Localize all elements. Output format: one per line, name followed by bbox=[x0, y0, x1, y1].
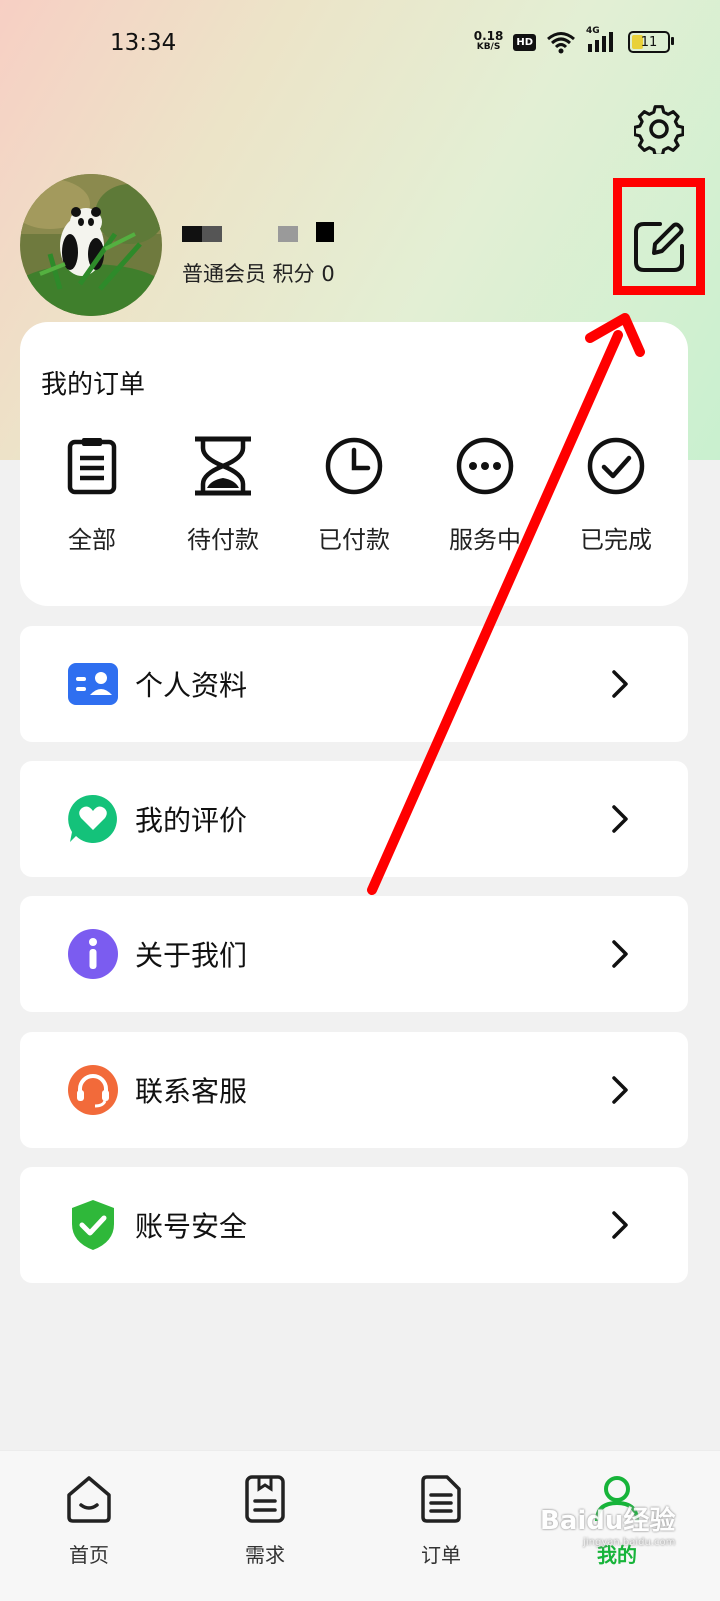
tab-orders[interactable]: 订单 bbox=[386, 1473, 496, 1568]
menu-item-account-security[interactable]: 账号安全 bbox=[20, 1167, 688, 1283]
order-completed[interactable]: 已完成 bbox=[556, 434, 676, 555]
chevron-right-icon bbox=[612, 1076, 628, 1104]
hourglass-icon bbox=[195, 436, 251, 496]
panda-photo bbox=[20, 174, 162, 316]
username-redacted bbox=[182, 222, 342, 244]
hd-badge: HD bbox=[513, 33, 536, 51]
status-bar: 13:34 0.18 KB/S HD 4G 11 bbox=[0, 0, 720, 92]
settings-gear-icon[interactable] bbox=[634, 104, 684, 154]
status-indicators: 0.18 KB/S HD 4G 11 bbox=[473, 26, 674, 54]
shield-check-icon bbox=[72, 1200, 114, 1250]
list-icon bbox=[421, 1475, 461, 1523]
battery-icon: 11 bbox=[628, 31, 674, 53]
chevron-right-icon bbox=[612, 670, 628, 698]
clock-icon bbox=[325, 437, 383, 495]
order-pending-payment[interactable]: 待付款 bbox=[163, 434, 283, 555]
chevron-right-icon bbox=[612, 805, 628, 833]
order-in-service[interactable]: 服务中 bbox=[425, 434, 545, 555]
chevron-right-icon bbox=[612, 940, 628, 968]
order-all[interactable]: 全部 bbox=[32, 434, 152, 555]
more-dots-icon bbox=[456, 437, 514, 495]
headset-icon bbox=[68, 1065, 118, 1115]
menu-item-customer-service[interactable]: 联系客服 bbox=[20, 1032, 688, 1148]
wifi-icon bbox=[547, 32, 575, 54]
id-card-icon bbox=[68, 663, 118, 705]
info-icon bbox=[68, 929, 118, 979]
orders-card: 我的订单 全部 待付款 已付款 服务中 已完成 bbox=[20, 322, 688, 606]
net-speed: 0.18 KB/S bbox=[473, 29, 504, 52]
orders-title: 我的订单 bbox=[41, 370, 146, 400]
status-time: 13:34 bbox=[110, 30, 177, 56]
edit-icon[interactable] bbox=[632, 220, 686, 274]
menu-item-about[interactable]: 关于我们 bbox=[20, 896, 688, 1012]
document-icon bbox=[245, 1475, 285, 1523]
baidu-watermark: Baidu经验 jingyan.baidu.com bbox=[540, 1506, 676, 1548]
order-paid[interactable]: 已付款 bbox=[294, 434, 414, 555]
menu-item-reviews[interactable]: 我的评价 bbox=[20, 761, 688, 877]
menu-item-profile[interactable]: 个人资料 bbox=[20, 626, 688, 742]
avatar[interactable] bbox=[20, 174, 162, 316]
tab-demand[interactable]: 需求 bbox=[210, 1473, 320, 1568]
member-level-points: 普通会员 积分 0 bbox=[182, 262, 335, 286]
check-circle-icon bbox=[587, 437, 645, 495]
tab-home[interactable]: 首页 bbox=[34, 1473, 144, 1568]
chevron-right-icon bbox=[612, 1211, 628, 1239]
clipboard-icon bbox=[67, 438, 117, 495]
home-icon bbox=[67, 1476, 111, 1523]
heart-chat-icon bbox=[68, 794, 117, 843]
cellular-signal-icon: 4G bbox=[586, 26, 618, 54]
